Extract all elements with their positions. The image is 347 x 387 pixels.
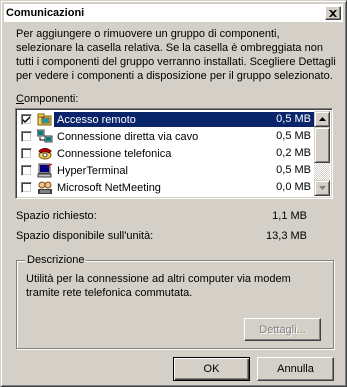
- component-checkbox[interactable]: [21, 165, 32, 176]
- component-size: 0,5 MB: [276, 130, 311, 142]
- list-item[interactable]: Accesso remoto 0,5 MB: [18, 111, 315, 128]
- component-checkbox[interactable]: [21, 131, 32, 142]
- component-size: 0,5 MB: [276, 113, 311, 125]
- checkmark-icon: [23, 116, 30, 123]
- close-icon: [329, 9, 337, 17]
- description-groupbox: Descrizione Utilità per la connessione a…: [16, 254, 334, 349]
- direct-cable-icon: [36, 129, 53, 144]
- component-name: Connessione diretta via cavo: [57, 130, 199, 143]
- arrow-up-icon: [318, 117, 326, 121]
- component-name: Connessione telefonica: [57, 147, 172, 160]
- window-title: Comunicazioni: [6, 7, 85, 19]
- description-text: Utilità per la connessione ad altri comp…: [26, 273, 291, 299]
- ok-button[interactable]: OK: [173, 357, 250, 381]
- component-checkbox[interactable]: [21, 148, 32, 159]
- hyperterminal-icon: [37, 163, 53, 178]
- component-name: Microsoft NetMeeting: [57, 181, 161, 194]
- component-checkbox[interactable]: [21, 182, 32, 193]
- close-button[interactable]: [325, 6, 341, 20]
- arrow-down-icon: [318, 186, 326, 190]
- component-name: Accesso remoto: [57, 113, 136, 126]
- component-size: 0,0 MB: [276, 181, 311, 193]
- title-bar[interactable]: Comunicazioni: [4, 4, 343, 22]
- phone-dialer-icon: [37, 146, 53, 161]
- component-size: 0,5 MB: [276, 164, 311, 176]
- netmeeting-icon: [37, 180, 53, 195]
- list-item[interactable]: Microsoft NetMeeting 0,0 MB: [18, 179, 315, 196]
- component-name: HyperTerminal: [57, 164, 128, 177]
- scroll-up-button[interactable]: [314, 111, 330, 127]
- list-item[interactable]: Connessione telefonica 0,2 MB: [18, 145, 315, 162]
- space-required-row: Spazio richiesto: 1,1 MB: [16, 210, 307, 222]
- components-listbox[interactable]: Accesso remoto 0,5 MB Connessione dirett…: [15, 108, 333, 199]
- dialog-window: Comunicazioni Per aggiungere o rimuovere…: [0, 0, 347, 387]
- components-label: Componenti:: [16, 93, 79, 105]
- description-title: Descrizione: [25, 254, 87, 266]
- component-checkbox[interactable]: [21, 114, 32, 125]
- scroll-down-button[interactable]: [314, 180, 330, 196]
- list-scrollbar[interactable]: [314, 111, 330, 196]
- details-button[interactable]: Dettagli...: [244, 318, 321, 341]
- cancel-button[interactable]: Annulla: [257, 357, 334, 381]
- list-item[interactable]: Connessione diretta via cavo 0,5 MB: [18, 128, 315, 145]
- list-item[interactable]: HyperTerminal 0,5 MB: [18, 162, 315, 179]
- space-required-value: 1,1 MB: [272, 210, 307, 222]
- component-size: 0,2 MB: [276, 147, 311, 159]
- scroll-thumb[interactable]: [314, 127, 330, 163]
- space-available-label: Spazio disponibile sull'unità:: [16, 230, 154, 242]
- remote-access-icon: [37, 112, 53, 127]
- intro-text: Per aggiungere o rimuovere un gruppo di …: [16, 28, 336, 82]
- space-available-value: 13,3 MB: [266, 230, 307, 242]
- space-required-label: Spazio richiesto:: [16, 210, 97, 222]
- space-available-row: Spazio disponibile sull'unità: 13,3 MB: [16, 230, 307, 242]
